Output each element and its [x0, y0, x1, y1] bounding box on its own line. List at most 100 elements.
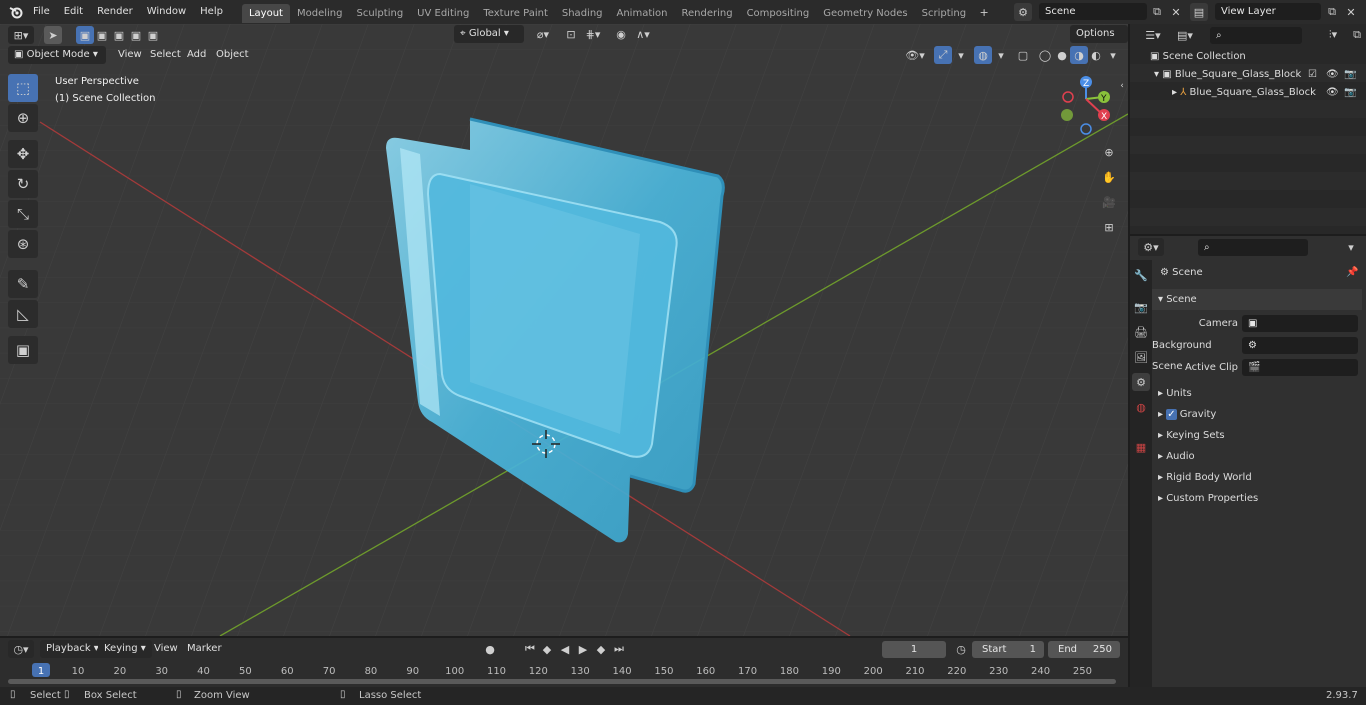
tool-move[interactable]: ✥: [8, 140, 38, 168]
tool-scale[interactable]: ⤡: [8, 200, 38, 228]
tab-world-icon[interactable]: ◍: [1132, 398, 1150, 416]
expand-arrow-icon[interactable]: ▸: [1172, 87, 1180, 98]
timeline-menu-marker[interactable]: Marker: [181, 640, 228, 658]
tab-rendering[interactable]: Rendering: [674, 4, 739, 23]
visibility-icon[interactable]: 👁▾: [902, 46, 928, 64]
tool-transform[interactable]: ⊛: [8, 230, 38, 258]
proportional-falloff-icon[interactable]: ∧▾: [630, 25, 656, 43]
rigid-body-world-section[interactable]: ▸ Rigid Body World: [1152, 467, 1362, 488]
outliner-filter-icon[interactable]: ⫶▾: [1320, 26, 1346, 44]
jump-keyframe-forward-icon[interactable]: ◆: [592, 640, 610, 658]
expand-arrow-icon[interactable]: ▾ ▣: [1154, 69, 1175, 80]
play-icon[interactable]: ▶: [574, 640, 592, 658]
outliner-row-collection[interactable]: ▾ ▣ Blue_Square_Glass_Block ☑ 👁 📷: [1154, 66, 1364, 84]
outliner-row-scene-collection[interactable]: ▣ Scene Collection: [1150, 48, 1246, 66]
3d-viewport[interactable]: Z Y X ⊞▾ ➤ ▣ ▣ ▣ ▣ ▣ ⌖ Global ▾ ⌀▾ ⊡ ⋕▾ …: [0, 24, 1128, 636]
shading-solid-icon[interactable]: ●: [1053, 46, 1071, 64]
outliner-search-input[interactable]: ⌕: [1210, 27, 1302, 44]
snap-icon[interactable]: ⊡: [562, 25, 580, 43]
overlay-menu-icon[interactable]: ▾: [992, 46, 1010, 64]
timeline-menu-view[interactable]: View: [148, 640, 184, 658]
tool-rotate[interactable]: ↻: [8, 170, 38, 198]
jump-start-icon[interactable]: ⏮: [521, 640, 539, 658]
menu-window[interactable]: Window: [140, 0, 193, 24]
menu-help[interactable]: Help: [193, 0, 230, 24]
shading-rendered-icon[interactable]: ◐: [1087, 46, 1105, 64]
xray-icon[interactable]: ▢: [1014, 46, 1032, 64]
shading-material-icon[interactable]: ◑: [1070, 46, 1088, 64]
tab-scripting[interactable]: Scripting: [915, 4, 973, 23]
tab-animation[interactable]: Animation: [610, 4, 675, 23]
menu-render[interactable]: Render: [90, 0, 140, 24]
scene-icon[interactable]: ⚙: [1014, 3, 1032, 21]
object-mode-dropdown[interactable]: ▣ Object Mode ▾: [8, 46, 106, 64]
tab-view-layer-icon[interactable]: 🖼: [1132, 348, 1150, 366]
pivot-point-icon[interactable]: ⌀▾: [530, 25, 556, 43]
outliner-display-mode-icon[interactable]: ▤▾: [1172, 26, 1198, 44]
end-frame-field[interactable]: End 250: [1048, 641, 1120, 658]
menu-file[interactable]: File: [26, 0, 57, 24]
preview-range-icon[interactable]: ◷: [952, 640, 970, 658]
timeline-menu-playback[interactable]: Playback ▾: [40, 640, 105, 658]
selection-mode-new-icon[interactable]: ▣: [76, 26, 94, 44]
scene-field[interactable]: Scene: [1039, 3, 1147, 20]
tab-shading[interactable]: Shading: [555, 4, 610, 23]
tab-modeling[interactable]: Modeling: [290, 4, 350, 23]
view-layer-icon[interactable]: ▤: [1190, 3, 1208, 21]
units-section[interactable]: ▸ Units: [1152, 383, 1362, 404]
collection-eye-icon[interactable]: 👁: [1326, 66, 1339, 84]
tab-render-icon[interactable]: 📷: [1132, 298, 1150, 316]
tab-texture-icon[interactable]: ▦: [1132, 438, 1150, 456]
collection-camera-icon[interactable]: 📷: [1344, 66, 1356, 84]
outliner-new-collection-icon[interactable]: ⧉: [1348, 26, 1366, 44]
tool-cursor[interactable]: ⊕: [8, 104, 38, 132]
timeline-scrollbar[interactable]: [8, 679, 1116, 684]
transform-orientation-dropdown[interactable]: ⌖ Global ▾: [454, 25, 524, 43]
gizmo-menu-icon[interactable]: ▾: [952, 46, 970, 64]
tab-uv-editing[interactable]: UV Editing: [410, 4, 476, 23]
tab-geometry-nodes[interactable]: Geometry Nodes: [816, 4, 914, 23]
new-view-layer-icon[interactable]: ⧉: [1323, 3, 1341, 21]
delete-view-layer-icon[interactable]: ✕: [1342, 3, 1360, 21]
gravity-checkbox[interactable]: ✓: [1166, 409, 1177, 420]
custom-properties-section[interactable]: ▸ Custom Properties: [1152, 488, 1362, 509]
outliner-editor-type-icon[interactable]: ☰▾: [1140, 26, 1166, 44]
selection-mode-intersect-icon[interactable]: ▣: [144, 26, 162, 44]
record-icon[interactable]: ●: [481, 640, 499, 658]
delete-scene-icon[interactable]: ✕: [1167, 3, 1185, 21]
timeline-editor-type-icon[interactable]: ◷▾: [8, 640, 34, 658]
selection-mode-subtract-icon[interactable]: ▣: [110, 26, 128, 44]
new-scene-icon[interactable]: ⧉: [1148, 3, 1166, 21]
tab-tool-icon[interactable]: 🔧: [1132, 266, 1150, 284]
tool-annotate[interactable]: ✎: [8, 270, 38, 298]
tab-sculpting[interactable]: Sculpting: [349, 4, 410, 23]
proportional-edit-icon[interactable]: ◉: [612, 25, 630, 43]
shading-wireframe-icon[interactable]: ◯: [1036, 46, 1054, 64]
tab-texture-paint[interactable]: Texture Paint: [476, 4, 555, 23]
tool-select-box[interactable]: ⬚: [8, 74, 38, 102]
viewport-menu-object[interactable]: Object: [210, 46, 255, 64]
object-eye-icon[interactable]: 👁: [1326, 84, 1339, 102]
zoom-icon[interactable]: ⊕: [1099, 142, 1119, 162]
tab-layout[interactable]: Layout: [241, 3, 290, 23]
selection-mode-extend-icon[interactable]: ▣: [93, 26, 111, 44]
blender-logo-icon[interactable]: [6, 3, 26, 21]
scene-panel-header[interactable]: ▾ Scene: [1152, 289, 1362, 310]
tab-output-icon[interactable]: 🖨: [1132, 323, 1150, 341]
view-layer-field[interactable]: View Layer: [1215, 3, 1321, 20]
camera-field[interactable]: ▣: [1242, 315, 1358, 332]
audio-section[interactable]: ▸ Audio: [1152, 446, 1362, 467]
sidebar-toggle-icon[interactable]: ‹: [1116, 79, 1128, 93]
viewport-menu-view[interactable]: View: [112, 46, 148, 64]
current-frame-field[interactable]: 1: [882, 641, 946, 658]
gravity-section[interactable]: ▸ ✓ Gravity: [1152, 404, 1362, 425]
timeline-menu-keying[interactable]: Keying ▾: [98, 640, 152, 658]
snap-target-icon[interactable]: ⋕▾: [580, 25, 606, 43]
jump-end-icon[interactable]: ⏭: [610, 640, 628, 658]
select-mode-icon[interactable]: ➤: [44, 26, 62, 44]
add-workspace-icon[interactable]: +: [975, 3, 993, 21]
object-camera-icon[interactable]: 📷: [1344, 84, 1356, 102]
outliner-row-object[interactable]: ▸ ⅄ Blue_Square_Glass_Block 👁 📷: [1172, 84, 1364, 102]
background-scene-field[interactable]: ⚙: [1242, 337, 1358, 354]
tab-scene-icon[interactable]: ⚙: [1132, 373, 1150, 391]
